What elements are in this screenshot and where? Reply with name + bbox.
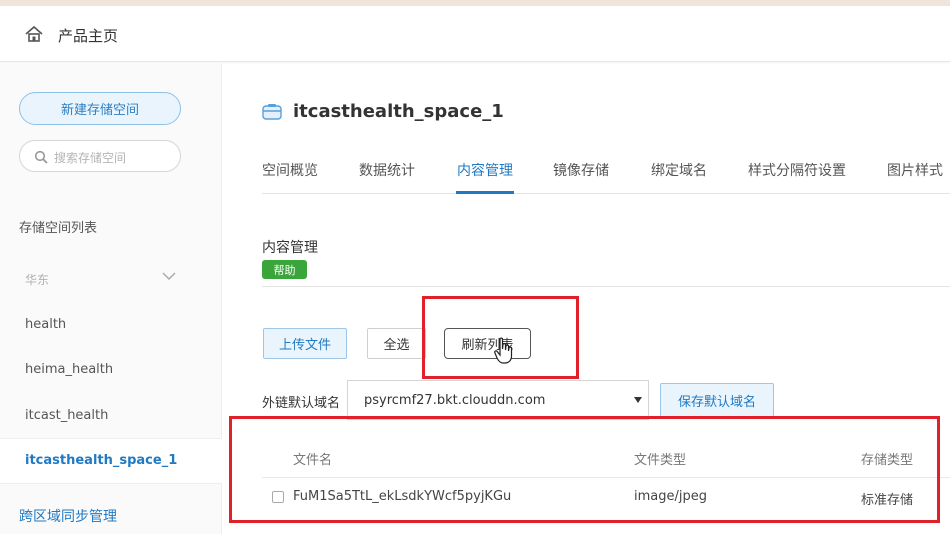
new-bucket-button[interactable]: 新建存储空间 (19, 92, 181, 125)
row-checkbox[interactable] (272, 491, 284, 503)
section-divider (262, 286, 950, 287)
tab-statistics[interactable]: 数据统计 (359, 160, 415, 180)
help-button[interactable]: 帮助 (262, 260, 307, 279)
tab-mirror-storage[interactable]: 镜像存储 (553, 160, 609, 180)
region-label[interactable]: 华东 (25, 271, 49, 288)
default-domain-label: 外链默认域名 (262, 396, 341, 411)
header-title[interactable]: 产品主页 (58, 25, 118, 46)
tab-content-management[interactable]: 内容管理 (457, 160, 513, 180)
tab-bar: 空间概览 数据统计 内容管理 镜像存储 绑定域名 样式分隔符设置 图片样式 (262, 150, 950, 194)
file-table-header: 文件名 文件类型 存储类型 (262, 436, 950, 478)
file-name-cell[interactable]: FuM1Sa5TtL_ekLsdkYWcf5pyjKGu (293, 489, 511, 504)
sidebar: 新建存储空间 搜索存储空间 存储空间列表 华东 health heima_hea… (0, 63, 222, 534)
save-default-domain-button[interactable]: 保存默认域名 (660, 383, 774, 417)
storage-type-cell: 标准存储 (861, 493, 914, 508)
tab-image-style[interactable]: 图片样式 (887, 160, 943, 180)
cross-region-sync-link[interactable]: 跨区域同步管理 (19, 506, 117, 526)
column-header-filetype[interactable]: 文件类型 (634, 449, 686, 468)
file-type-cell: image/jpeg (634, 489, 707, 504)
bucket-search-input[interactable]: 搜索存储空间 (19, 140, 181, 172)
active-tab-indicator (456, 191, 514, 194)
sidebar-item-itcast-health[interactable]: itcast_health (25, 408, 108, 423)
chevron-down-icon[interactable] (162, 271, 176, 281)
table-row[interactable]: FuM1Sa5TtL_ekLsdkYWcf5pyjKGu image/jpeg … (262, 478, 950, 518)
search-icon (34, 150, 48, 164)
bucket-icon (262, 104, 282, 120)
select-all-button[interactable]: 全选 (367, 328, 426, 359)
refresh-list-button[interactable]: 刷新列表 (444, 328, 531, 359)
tab-bind-domain[interactable]: 绑定域名 (651, 160, 707, 180)
sidebar-item-itcasthealth-space-1[interactable]: itcasthealth_space_1 (25, 453, 177, 468)
dropdown-arrow-icon (634, 397, 642, 403)
search-placeholder: 搜索存储空间 (54, 151, 127, 165)
hand-cursor-icon (494, 337, 513, 364)
section-title: 内容管理 (262, 240, 318, 256)
upload-file-button[interactable]: 上传文件 (263, 328, 347, 359)
column-header-filename[interactable]: 文件名 (293, 449, 332, 468)
tab-style-separator[interactable]: 样式分隔符设置 (748, 160, 846, 180)
sidebar-item-health[interactable]: health (25, 317, 66, 332)
sidebar-item-heima-health[interactable]: heima_health (25, 362, 113, 377)
home-icon[interactable] (24, 24, 44, 44)
tab-overview[interactable]: 空间概览 (262, 160, 318, 180)
bucket-name-title: itcasthealth_space_1 (293, 101, 504, 122)
column-header-storagetype[interactable]: 存储类型 (861, 449, 913, 468)
top-header: 产品主页 (0, 6, 950, 62)
default-domain-value: psyrcmf27.bkt.clouddn.com (364, 393, 546, 408)
bucket-list-title: 存储空间列表 (19, 221, 98, 236)
default-domain-select[interactable]: psyrcmf27.bkt.clouddn.com (347, 380, 649, 420)
